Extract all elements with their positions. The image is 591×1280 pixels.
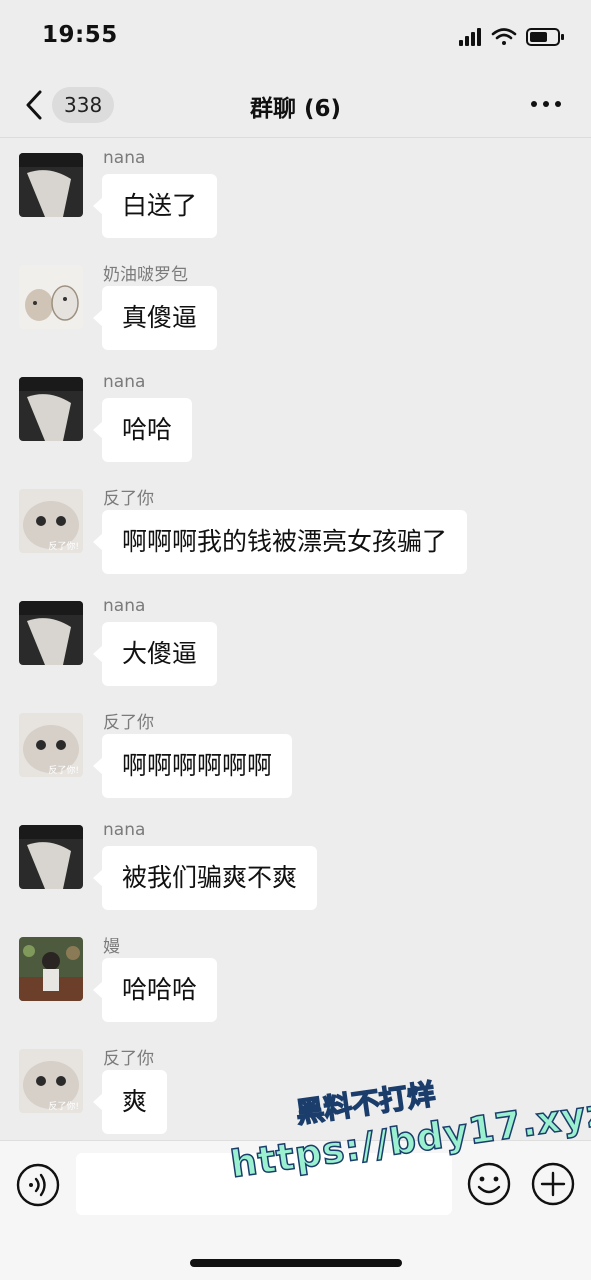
nav-bar: 338 群聊 (6)	[0, 72, 591, 138]
message-row: nana 哈哈	[0, 364, 591, 476]
status-time: 19:55	[42, 22, 118, 48]
avatar-nana[interactable]	[19, 377, 83, 441]
sender-name: nana	[103, 596, 146, 616]
chat-title: 群聊 (6)	[249, 96, 342, 122]
message-bubble[interactable]: 爽	[92, 1070, 168, 1134]
sender-name: nana	[103, 148, 146, 168]
message-row: 嫚 哈哈哈	[0, 924, 591, 1036]
message-row: nana 白送了	[0, 140, 591, 252]
voice-icon[interactable]	[16, 1163, 60, 1207]
wifi-icon	[491, 28, 517, 45]
message-bubble[interactable]: 真傻逼	[92, 286, 218, 350]
sender-name: 反了你	[103, 489, 154, 509]
sender-name: 奶油啵罗包	[103, 265, 188, 285]
sender-name: 嫚	[103, 937, 120, 957]
signal-icon	[459, 28, 481, 46]
message-row: 奶油啵罗包 真傻逼	[0, 252, 591, 364]
status-icons	[459, 28, 564, 46]
avatar-nana[interactable]	[19, 825, 83, 889]
avatar-cat[interactable]: 反了你!	[19, 489, 83, 553]
emoji-icon[interactable]	[466, 1161, 512, 1207]
message-bubble[interactable]: 啊啊啊啊啊啊	[92, 734, 293, 798]
sender-name: 反了你	[103, 713, 154, 733]
avatar-nana[interactable]	[19, 153, 83, 217]
message-row: nana 大傻逼	[0, 588, 591, 700]
avatar-caption: 反了你!	[48, 764, 79, 776]
message-bubble[interactable]: 被我们骗爽不爽	[92, 846, 318, 910]
input-bar	[0, 1140, 591, 1280]
message-bubble[interactable]: 大傻逼	[92, 622, 218, 686]
battery-icon	[526, 28, 564, 46]
message-bubble[interactable]: 哈哈哈	[92, 958, 218, 1022]
status-bar: 19:55	[0, 0, 591, 72]
message-input[interactable]	[76, 1153, 452, 1215]
plus-icon[interactable]	[530, 1161, 576, 1207]
avatar-caption: 反了你!	[48, 540, 79, 552]
sender-name: nana	[103, 820, 146, 840]
avatar-nana[interactable]	[19, 601, 83, 665]
sender-name: 反了你	[103, 1049, 154, 1069]
chat-screen: 19:55 338 群聊 (6) nana 白送了 奶油啵罗包 真傻逼 nana…	[0, 0, 591, 1280]
sender-name: nana	[103, 372, 146, 392]
avatar-bread[interactable]	[19, 265, 83, 329]
avatar-caption: 反了你!	[48, 1100, 79, 1112]
message-row: nana 被我们骗爽不爽	[0, 812, 591, 924]
message-bubble[interactable]: 啊啊啊我的钱被漂亮女孩骗了	[92, 510, 468, 574]
message-list[interactable]: nana 白送了 奶油啵罗包 真傻逼 nana 哈哈 反了你! 反了你 啊啊啊我…	[0, 140, 591, 1140]
message-row: 反了你! 反了你 爽	[0, 1036, 591, 1140]
home-indicator	[190, 1259, 402, 1267]
message-row: 反了你! 反了你 啊啊啊我的钱被漂亮女孩骗了	[0, 476, 591, 588]
avatar-cat[interactable]: 反了你!	[19, 713, 83, 777]
avatar-photo[interactable]	[19, 937, 83, 1001]
more-icon[interactable]	[529, 94, 563, 114]
message-bubble[interactable]: 哈哈	[92, 398, 193, 462]
message-bubble[interactable]: 白送了	[92, 174, 218, 238]
avatar-cat[interactable]: 反了你!	[19, 1049, 83, 1113]
message-row: 反了你! 反了你 啊啊啊啊啊啊	[0, 700, 591, 812]
